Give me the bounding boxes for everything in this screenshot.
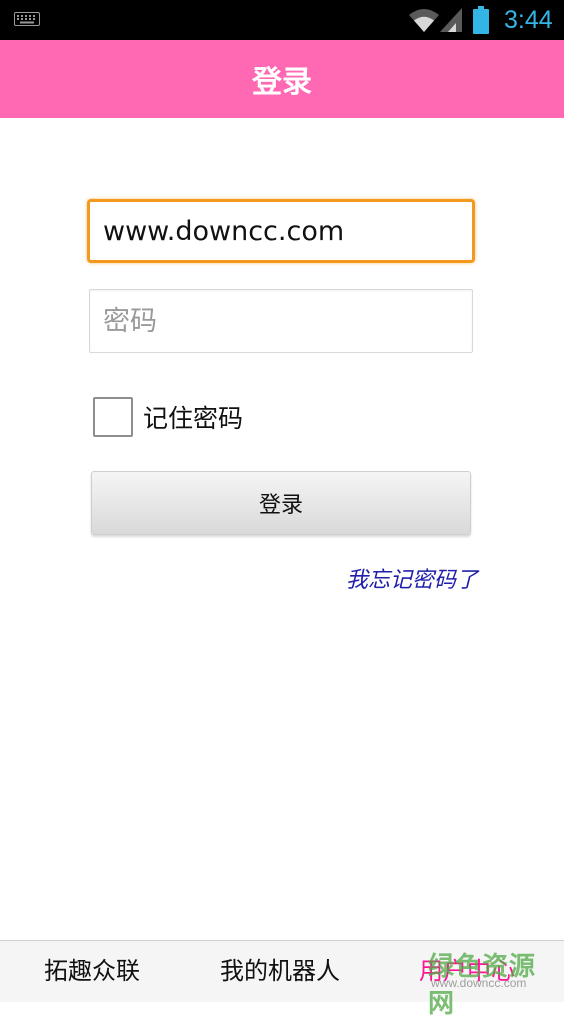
wifi-icon [409,9,439,32]
username-input[interactable] [87,199,475,263]
bottom-nav: 拓趣众联 我的机器人 用户中心 [0,940,564,1002]
nav-item-my-robot[interactable]: 我的机器人 [220,941,340,1002]
status-clock: 3:44 [504,6,553,34]
keyboard-icon [14,12,40,26]
nav-item-user-center[interactable]: 用户中心 [419,941,515,1002]
remember-password-checkbox[interactable] [93,397,133,437]
password-input[interactable] [89,289,473,353]
status-bar: 3:44 [0,0,564,40]
title-bar: 登录 [0,40,564,118]
login-button[interactable]: 登录 [91,471,471,535]
remember-password-label: 记住密码 [143,404,244,433]
signal-icon [440,8,462,32]
forgot-password-link[interactable]: 我忘记密码了 [346,562,478,594]
nav-item-tuoqu[interactable]: 拓趣众联 [44,941,140,1002]
battery-icon [473,6,489,34]
page-title: 登录 [252,65,312,100]
remember-password-row[interactable]: 记住密码 [93,395,243,439]
